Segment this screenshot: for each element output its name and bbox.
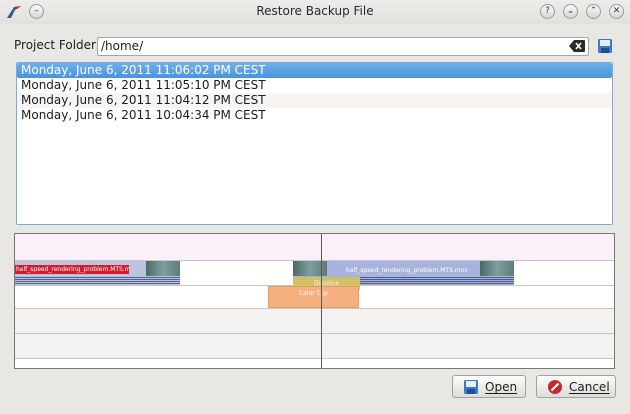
ruler-track: [15, 234, 614, 260]
cancel-button[interactable]: Cancel: [536, 375, 616, 398]
open-button[interactable]: Open: [452, 375, 526, 398]
track-divider: [15, 358, 614, 359]
open-button-label: Open: [485, 380, 518, 394]
backup-list-item[interactable]: Monday, June 6, 2011 10:04:34 PM CEST: [17, 108, 612, 123]
clip-thumbnail: [146, 261, 180, 276]
help-button[interactable]: ?: [540, 4, 555, 19]
save-icon[interactable]: [597, 38, 613, 54]
title-bar: – Restore Backup File ? ⌄ ⌃ ✕: [0, 0, 630, 24]
clip-2-label: half_speed_rendering_problem.MTS.mov: [346, 267, 468, 274]
timeline-cursor: [321, 234, 322, 368]
backup-list-item[interactable]: Monday, June 6, 2011 11:04:12 PM CEST: [17, 93, 612, 108]
save-icon: [464, 380, 478, 394]
backup-list-item[interactable]: Monday, June 6, 2011 11:05:10 PM CEST: [17, 78, 612, 93]
project-folder-input[interactable]: /home/: [97, 37, 589, 56]
close-icon: ✕: [612, 6, 621, 16]
audio-track: [15, 309, 614, 333]
timeline-preview: half_speed_rendering_problem.MTS.mov hal…: [14, 233, 615, 369]
clip-thumbnail: [480, 261, 514, 276]
cancel-icon: [548, 380, 562, 394]
chevron-up-icon: ⌃: [589, 6, 598, 16]
audio-track: [15, 334, 614, 358]
backup-list-item[interactable]: Monday, June 6, 2011 11:06:02 PM CEST: [17, 63, 612, 78]
close-button[interactable]: ✕: [609, 4, 624, 19]
video-clip-1: half_speed_rendering_problem.MTS.mov: [15, 261, 180, 285]
window-title: Restore Backup File: [256, 4, 374, 18]
maximize-button[interactable]: ⌃: [586, 4, 601, 19]
chevron-down-icon: ⌄: [566, 6, 575, 16]
question-icon: ?: [545, 6, 550, 16]
project-folder-label: Project Folder: [14, 38, 96, 52]
backup-list[interactable]: Monday, June 6, 2011 11:06:02 PM CEST Mo…: [16, 62, 613, 225]
minimize-button[interactable]: ⌄: [563, 4, 578, 19]
clip-1-label: half_speed_rendering_problem.MTS.mov: [15, 265, 129, 274]
clear-text-icon[interactable]: [569, 40, 585, 52]
clip-waveform: [15, 277, 180, 285]
cancel-button-label: Cancel: [569, 380, 610, 394]
color-clip: Color Clip: [268, 286, 359, 308]
